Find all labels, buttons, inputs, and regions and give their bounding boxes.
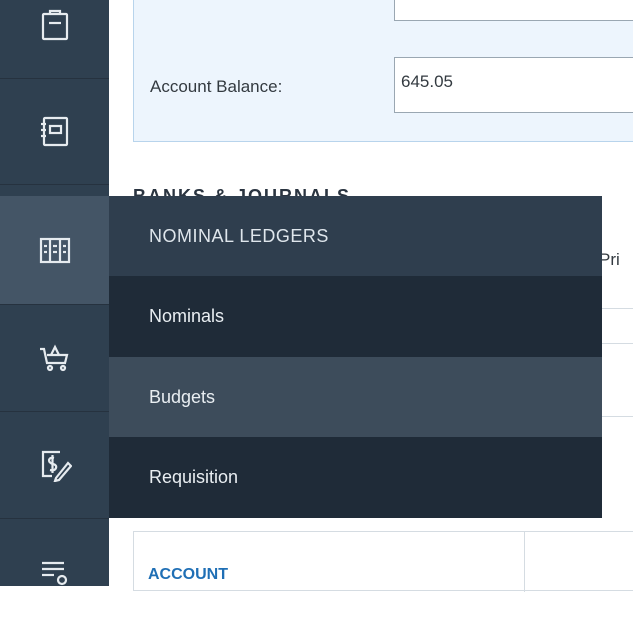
- flyout-title: NOMINAL LEDGERS: [109, 196, 602, 276]
- dollar-pen-icon: [41, 450, 72, 482]
- accounts-table-header: ACCOUNT: [133, 531, 633, 592]
- sidebar: [0, 0, 109, 586]
- account-balance-field[interactable]: 645.05: [394, 57, 633, 113]
- account-info-panel: Account Balance: 645.05: [133, 0, 633, 142]
- menu-item-requisition[interactable]: Requisition: [109, 437, 602, 517]
- nominal-ledgers-flyout: NOMINAL LEDGERS Nominals Budgets Requisi…: [109, 196, 602, 518]
- shopping-basket-icon: [39, 344, 68, 372]
- register-icon: [40, 116, 68, 147]
- sidebar-item-nominal-ledgers[interactable]: [0, 196, 109, 305]
- account-name-field[interactable]: [394, 0, 633, 21]
- sidebar-item-register[interactable]: [0, 78, 109, 185]
- sidebar-item-payments[interactable]: [0, 412, 109, 519]
- ledger-columns-icon: [39, 237, 70, 264]
- sidebar-item-purchasing[interactable]: [0, 305, 109, 412]
- sidebar-item-tasks[interactable]: [0, 0, 109, 79]
- column-divider: [524, 532, 525, 592]
- column-header-account[interactable]: ACCOUNT: [148, 566, 228, 584]
- account-balance-label: Account Balance:: [150, 77, 283, 96]
- sidebar-item-settings[interactable]: [0, 519, 109, 625]
- column-header-partial: Pri: [599, 250, 620, 269]
- clipboard-icon: [41, 9, 68, 41]
- menu-item-budgets[interactable]: Budgets: [109, 357, 602, 437]
- list-settings-icon: [41, 561, 67, 586]
- menu-item-nominals[interactable]: Nominals: [109, 276, 602, 356]
